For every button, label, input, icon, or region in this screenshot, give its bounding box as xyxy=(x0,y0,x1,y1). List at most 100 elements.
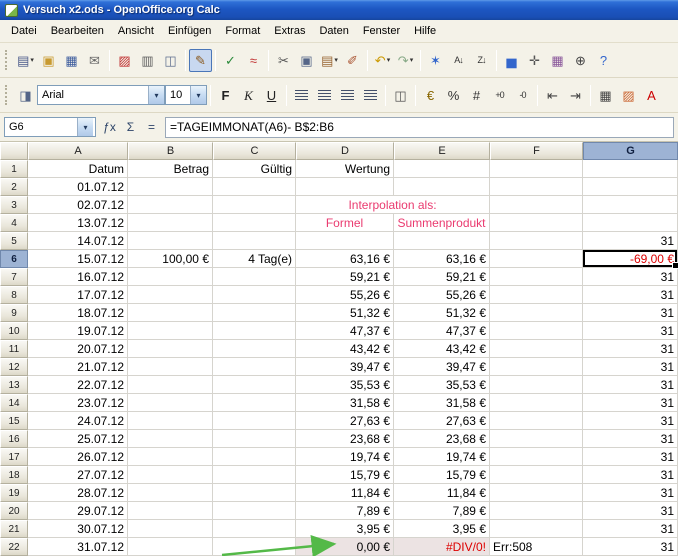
borders-icon[interactable]: ▦ xyxy=(594,84,617,107)
cell-B1[interactable]: Betrag xyxy=(128,160,213,178)
cell-C7[interactable] xyxy=(213,268,296,286)
cell-C9[interactable] xyxy=(213,304,296,322)
cell-E9[interactable]: 51,32 € xyxy=(394,304,490,322)
menu-item-ansicht[interactable]: Ansicht xyxy=(111,22,161,40)
copy-icon[interactable]: ▣ xyxy=(295,49,318,72)
delete-decimal-icon[interactable]: -0 xyxy=(511,84,534,107)
cell-D13[interactable]: 35,53 € xyxy=(296,376,394,394)
cell-E21[interactable]: 3,95 € xyxy=(394,520,490,538)
cell-F1[interactable] xyxy=(490,160,583,178)
cell-D2[interactable] xyxy=(296,178,394,196)
cell-A8[interactable]: 17.07.12 xyxy=(28,286,128,304)
cell-D6[interactable]: 63,16 € xyxy=(296,250,394,268)
cell-E22[interactable]: #DIV/0! xyxy=(394,538,490,556)
cell-D9[interactable]: 51,32 € xyxy=(296,304,394,322)
menu-item-bearbeiten[interactable]: Bearbeiten xyxy=(44,22,111,40)
cell-G22[interactable]: 31 xyxy=(583,538,678,556)
cell-G4[interactable] xyxy=(583,214,678,232)
cell-A22[interactable]: 31.07.12 xyxy=(28,538,128,556)
cell-C4[interactable] xyxy=(213,214,296,232)
cell-G14[interactable]: 31 xyxy=(583,394,678,412)
cell-F21[interactable] xyxy=(490,520,583,538)
cell-G21[interactable]: 31 xyxy=(583,520,678,538)
decrease-indent-icon[interactable]: ⇤ xyxy=(541,84,564,107)
row-header-13[interactable]: 13 xyxy=(0,376,28,394)
cell-F12[interactable] xyxy=(490,358,583,376)
cell-F7[interactable] xyxy=(490,268,583,286)
spellcheck-icon[interactable]: ✓ xyxy=(219,49,242,72)
cell-A5[interactable]: 14.07.12 xyxy=(28,232,128,250)
navigator-icon[interactable]: ✛ xyxy=(523,49,546,72)
cell-F20[interactable] xyxy=(490,502,583,520)
row-header-12[interactable]: 12 xyxy=(0,358,28,376)
cell-C18[interactable] xyxy=(213,466,296,484)
currency-format-icon[interactable]: € xyxy=(419,84,442,107)
cell-A4[interactable]: 13.07.12 xyxy=(28,214,128,232)
cell-B17[interactable] xyxy=(128,448,213,466)
cell-C15[interactable] xyxy=(213,412,296,430)
name-box-input[interactable] xyxy=(5,121,77,133)
cell-F22[interactable]: Err:508 xyxy=(490,538,583,556)
open-icon[interactable]: ▣ xyxy=(37,49,60,72)
sort-ascending-icon[interactable]: A↓ xyxy=(447,49,470,72)
cell-A2[interactable]: 01.07.12 xyxy=(28,178,128,196)
row-header-5[interactable]: 5 xyxy=(0,232,28,250)
cell-B9[interactable] xyxy=(128,304,213,322)
row-header-9[interactable]: 9 xyxy=(0,304,28,322)
cell-E6[interactable]: 63,16 € xyxy=(394,250,490,268)
cell-F19[interactable] xyxy=(490,484,583,502)
cell-D14[interactable]: 31,58 € xyxy=(296,394,394,412)
cell-B11[interactable] xyxy=(128,340,213,358)
cell-E17[interactable]: 19,74 € xyxy=(394,448,490,466)
toolbar-grip[interactable] xyxy=(5,85,10,105)
bold-button[interactable]: F xyxy=(214,84,237,107)
cell-C2[interactable] xyxy=(213,178,296,196)
menu-item-extras[interactable]: Extras xyxy=(267,22,312,40)
cell-B14[interactable] xyxy=(128,394,213,412)
cell-C19[interactable] xyxy=(213,484,296,502)
cell-E13[interactable]: 35,53 € xyxy=(394,376,490,394)
cell-A19[interactable]: 28.07.12 xyxy=(28,484,128,502)
cell-G20[interactable]: 31 xyxy=(583,502,678,520)
cell-F9[interactable] xyxy=(490,304,583,322)
cell-G19[interactable]: 31 xyxy=(583,484,678,502)
cell-G1[interactable] xyxy=(583,160,678,178)
column-header-d[interactable]: D xyxy=(296,142,394,160)
cell-C13[interactable] xyxy=(213,376,296,394)
cell-G12[interactable]: 31 xyxy=(583,358,678,376)
cell-B21[interactable] xyxy=(128,520,213,538)
cell-D8[interactable]: 55,26 € xyxy=(296,286,394,304)
name-box-dropdown-icon[interactable]: ▾ xyxy=(77,118,93,136)
redo-icon[interactable]: ↷▾ xyxy=(394,49,417,72)
paste-icon-dropdown[interactable]: ▾ xyxy=(334,56,338,64)
cell-E1[interactable] xyxy=(394,160,490,178)
italic-button[interactable]: K xyxy=(237,84,260,107)
cell-B7[interactable] xyxy=(128,268,213,286)
styles-icon[interactable]: ◨ xyxy=(14,84,37,107)
cell-E16[interactable]: 23,68 € xyxy=(394,430,490,448)
row-header-2[interactable]: 2 xyxy=(0,178,28,196)
row-header-20[interactable]: 20 xyxy=(0,502,28,520)
align-right-icon[interactable] xyxy=(336,84,359,107)
row-header-7[interactable]: 7 xyxy=(0,268,28,286)
cell-C11[interactable] xyxy=(213,340,296,358)
row-header-1[interactable]: 1 xyxy=(0,160,28,178)
hyperlink-icon[interactable]: ✶ xyxy=(424,49,447,72)
save-icon[interactable]: ▦ xyxy=(60,49,83,72)
gallery-icon[interactable]: ▦ xyxy=(546,49,569,72)
cell-D18[interactable]: 15,79 € xyxy=(296,466,394,484)
cell-A21[interactable]: 30.07.12 xyxy=(28,520,128,538)
cell-A14[interactable]: 23.07.12 xyxy=(28,394,128,412)
cell-G10[interactable]: 31 xyxy=(583,322,678,340)
cell-B16[interactable] xyxy=(128,430,213,448)
cell-B22[interactable] xyxy=(128,538,213,556)
menu-item-fenster[interactable]: Fenster xyxy=(356,22,407,40)
row-header-11[interactable]: 11 xyxy=(0,340,28,358)
cell-G3[interactable] xyxy=(583,196,678,214)
cell-B15[interactable] xyxy=(128,412,213,430)
cell-D1[interactable]: Wertung xyxy=(296,160,394,178)
cell-B19[interactable] xyxy=(128,484,213,502)
cell-F3[interactable] xyxy=(490,196,583,214)
insert-chart-icon[interactable]: ▅ xyxy=(500,49,523,72)
cell-A11[interactable]: 20.07.12 xyxy=(28,340,128,358)
